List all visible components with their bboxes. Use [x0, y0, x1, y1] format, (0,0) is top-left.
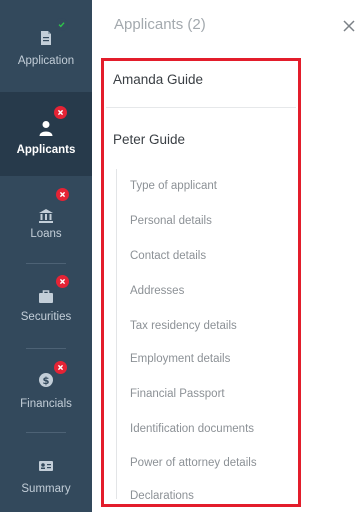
- section-link[interactable]: Tax residency details: [130, 320, 237, 332]
- section-link[interactable]: Financial Passport: [130, 388, 225, 400]
- applicant-item[interactable]: Peter Guide: [113, 132, 185, 147]
- briefcase-icon: [38, 288, 54, 304]
- section-link[interactable]: Declarations: [130, 490, 194, 502]
- section-link[interactable]: Employment details: [130, 353, 230, 365]
- section-link[interactable]: Power of attorney details: [130, 457, 257, 469]
- sidebar-item-label: Loans: [30, 228, 62, 240]
- sidebar-item-label: Summary: [21, 483, 71, 495]
- applicant-item[interactable]: Amanda Guide: [113, 72, 203, 87]
- check-icon: [55, 18, 68, 31]
- error-icon: [56, 188, 69, 201]
- sidebar-item-label: Application: [17, 55, 75, 67]
- money-icon: $: [38, 372, 54, 388]
- section-link[interactable]: Contact details: [130, 250, 206, 262]
- sidebar-item-application[interactable]: Application: [0, 0, 92, 76]
- section-link[interactable]: Addresses: [130, 285, 184, 297]
- sidebar: Application Applicants Loans Securities: [0, 0, 92, 512]
- error-icon: [54, 361, 67, 374]
- applicant-divider: [106, 107, 296, 108]
- error-icon: [56, 275, 69, 288]
- sidebar-divider: [26, 348, 66, 349]
- svg-text:$: $: [43, 376, 50, 387]
- sidebar-item-loans[interactable]: Loans: [0, 184, 92, 260]
- sidebar-divider: [26, 432, 66, 433]
- close-icon[interactable]: [343, 20, 355, 32]
- section-link[interactable]: Type of applicant: [130, 180, 217, 192]
- id-card-icon: [38, 458, 54, 474]
- section-link[interactable]: Personal details: [130, 215, 212, 227]
- sidebar-item-label: Financials: [20, 398, 72, 410]
- sidebar-item-applicants[interactable]: Applicants: [0, 92, 92, 176]
- panel-title: Applicants (2): [114, 16, 206, 33]
- sidebar-item-financials[interactable]: $ Financials: [0, 352, 92, 428]
- document-icon: [38, 30, 54, 46]
- sidebar-item-label: Applicants: [16, 144, 76, 156]
- sidebar-item-summary[interactable]: Summary: [0, 436, 92, 512]
- section-link[interactable]: Identification documents: [130, 423, 254, 435]
- subnav-line: [116, 169, 117, 499]
- bank-icon: [38, 208, 54, 224]
- person-icon: [38, 120, 54, 136]
- sidebar-item-securities[interactable]: Securities: [0, 268, 92, 344]
- sidebar-divider: [26, 263, 66, 264]
- error-icon: [54, 106, 67, 119]
- sidebar-item-label: Securities: [20, 311, 72, 323]
